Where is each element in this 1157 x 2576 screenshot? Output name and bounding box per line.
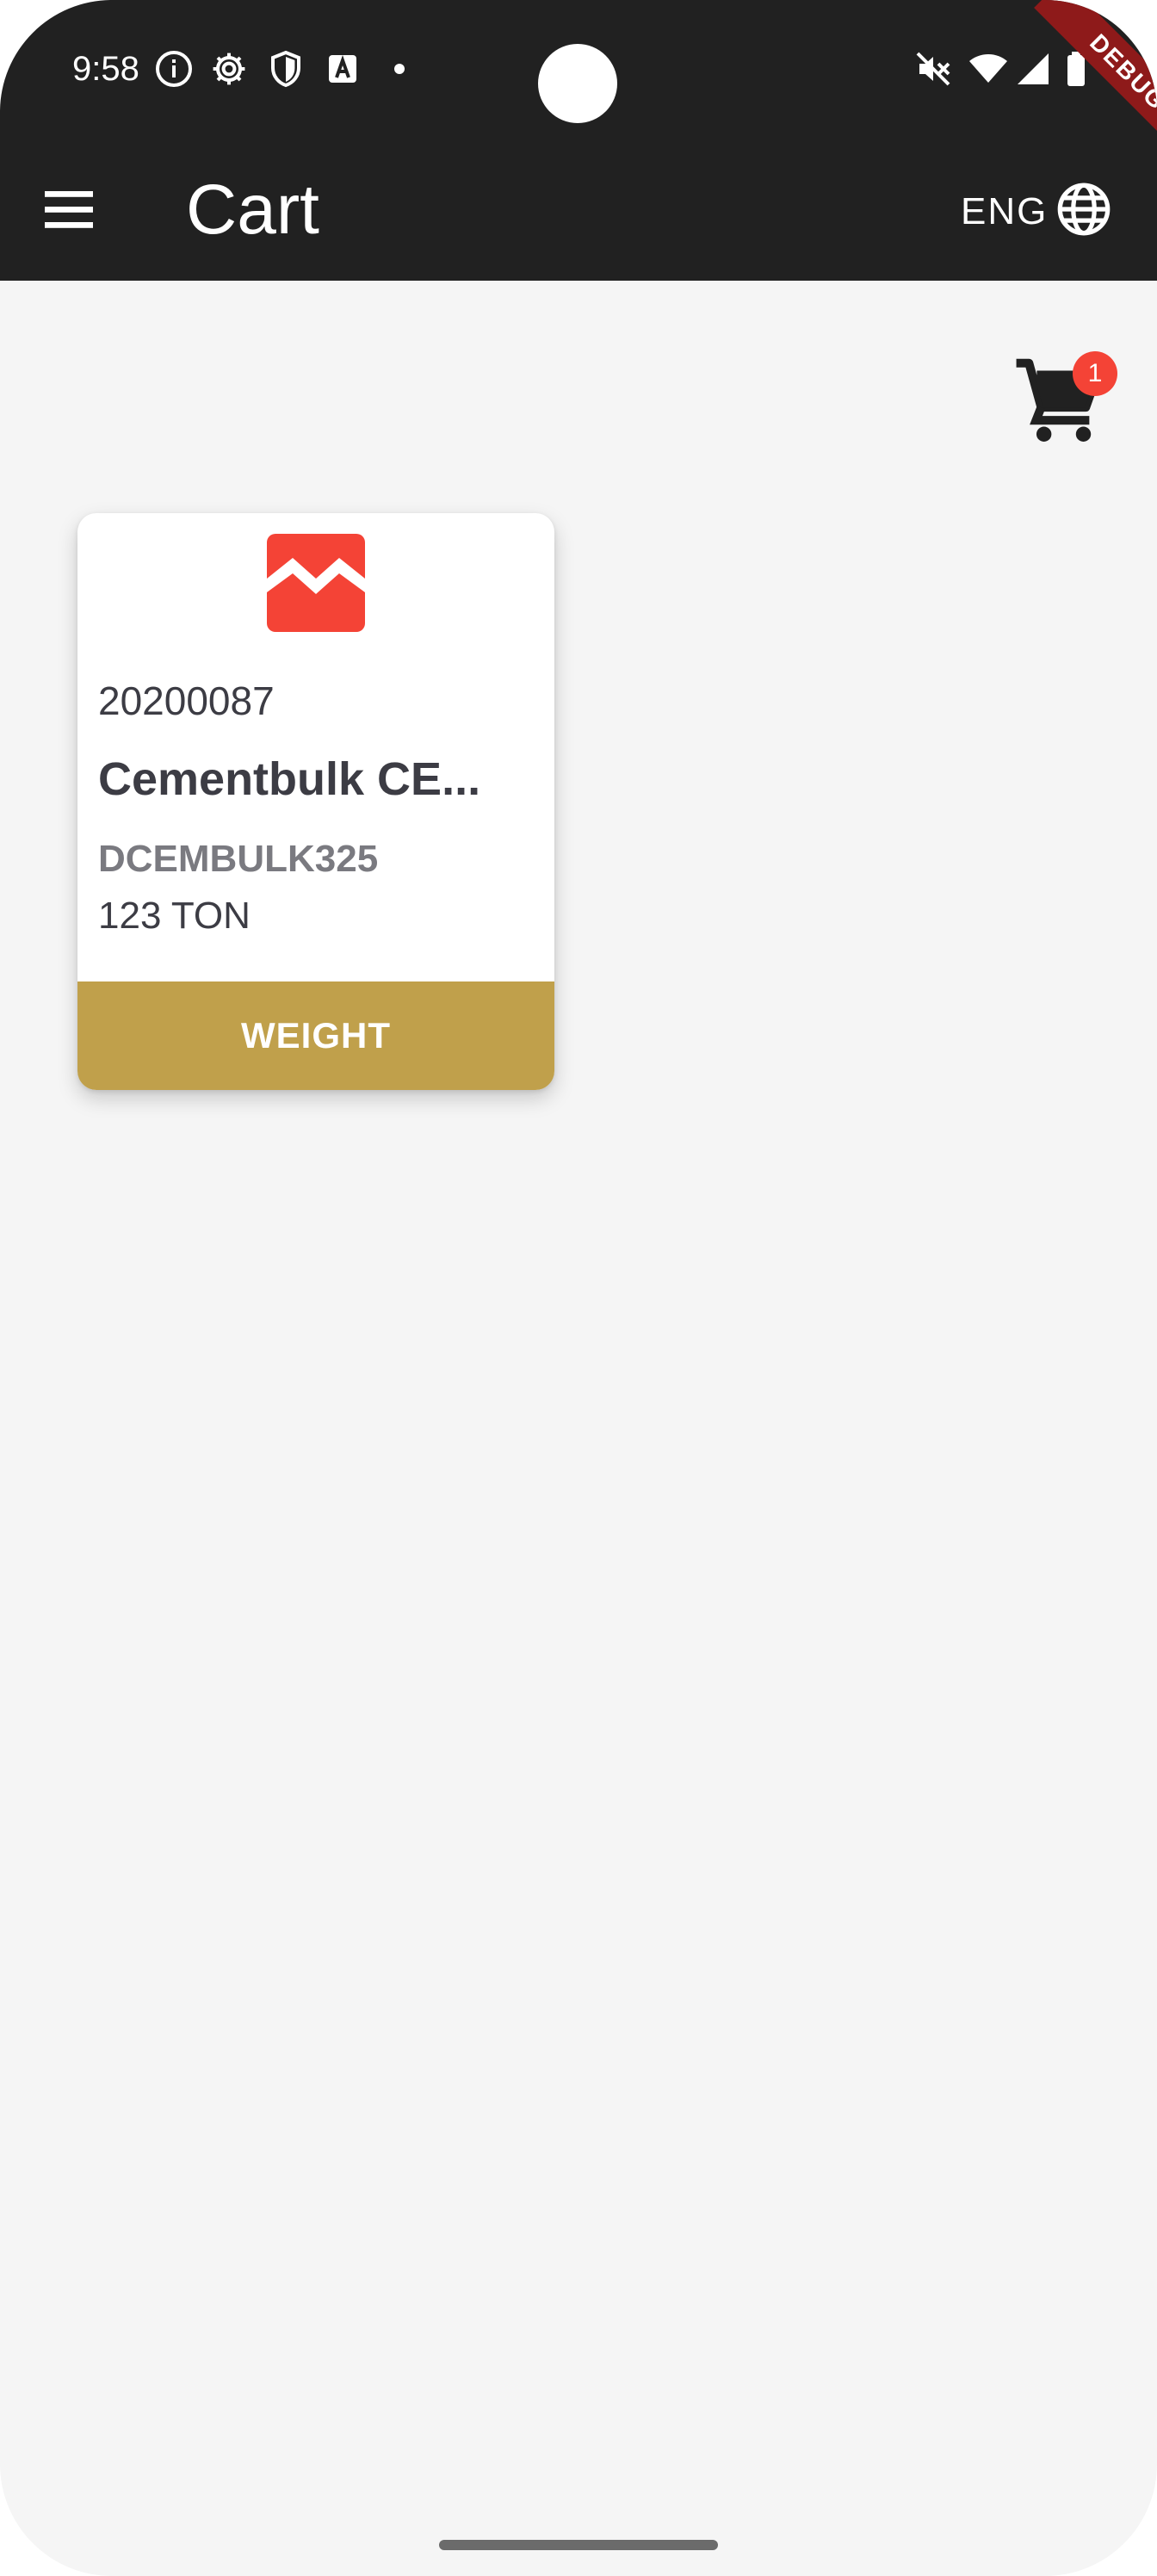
debug-label: DEBUG	[1034, 0, 1157, 150]
language-label[interactable]: ENG	[961, 188, 1048, 236]
product-sku: DCEMBULK325	[98, 838, 379, 880]
camera-cutout	[538, 44, 617, 123]
menu-icon[interactable]	[34, 174, 110, 250]
wifi-icon	[969, 54, 1007, 83]
product-card[interactable]: 20200087 Cementbulk CE... DCEMBULK325 12…	[77, 513, 554, 1090]
globe-icon[interactable]	[1054, 179, 1114, 239]
mute-icon	[916, 52, 950, 86]
phone-screen: 9:58 DEBUG Cart ENG 1 20200087 Cementbul…	[0, 0, 1157, 2576]
dot-icon	[394, 64, 405, 74]
product-code: 20200087	[98, 678, 275, 723]
home-indicator[interactable]	[439, 2540, 718, 2550]
gear-icon	[213, 53, 245, 85]
product-name: Cementbulk CE...	[98, 753, 481, 805]
cart-count-badge: 1	[1073, 351, 1117, 396]
product-quantity: 123 TON	[98, 895, 251, 937]
info-icon	[156, 51, 192, 87]
status-bar: 9:58 DEBUG	[0, 0, 1157, 150]
weight-button[interactable]: WEIGHT	[77, 981, 554, 1090]
app-bar: Cart ENG	[0, 138, 1157, 281]
shield-icon	[271, 50, 300, 88]
product-logo-icon	[267, 534, 365, 632]
status-time: 9:58	[72, 50, 139, 88]
text-a-icon	[329, 54, 356, 83]
debug-ribbon: DEBUG	[1007, 0, 1157, 150]
page-title: Cart	[186, 170, 319, 249]
